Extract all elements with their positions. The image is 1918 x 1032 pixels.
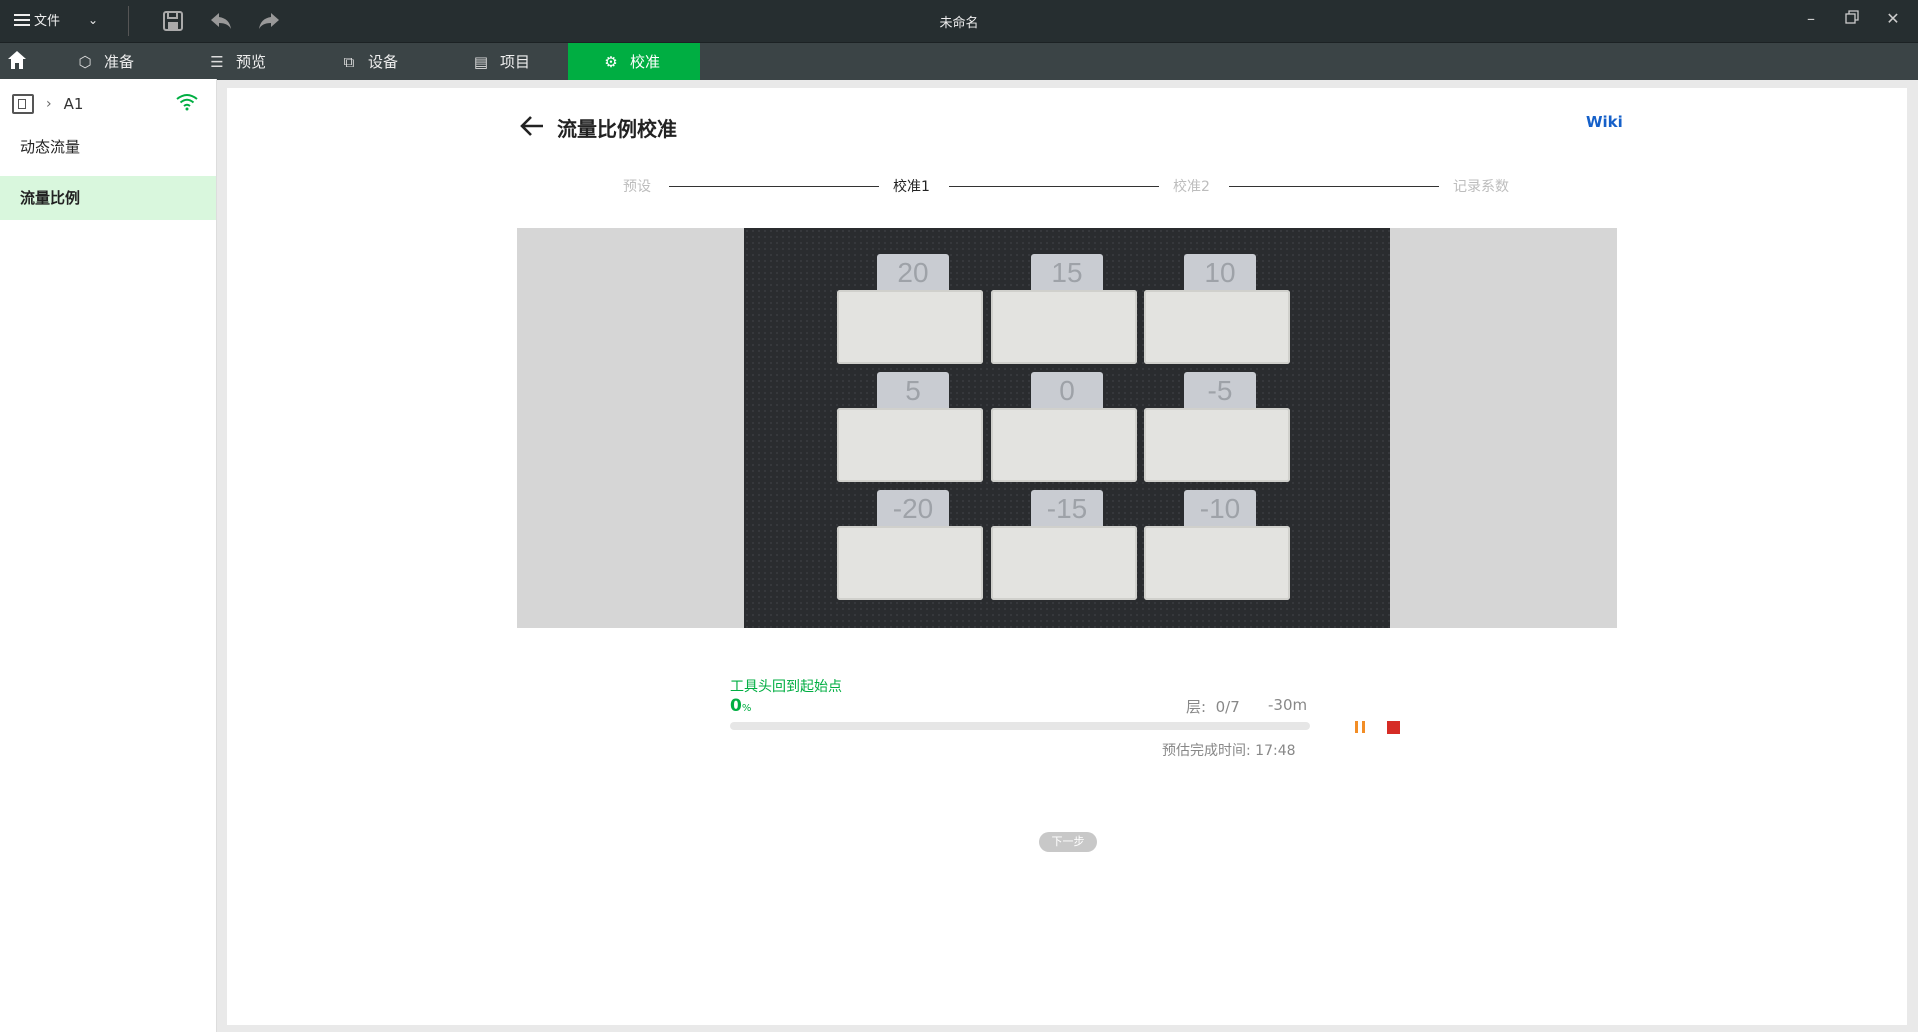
step-divider — [1229, 186, 1439, 187]
eta-label: 预估完成时间: — [1162, 743, 1251, 759]
wiki-link[interactable]: Wiki — [1586, 113, 1623, 131]
tab-label: 项目 — [500, 53, 531, 71]
tile-label: 15 — [1031, 254, 1103, 292]
close-icon[interactable]: ✕ — [1881, 9, 1905, 28]
tab-preview[interactable]: ☰ 预览 — [198, 43, 328, 80]
step-divider — [949, 186, 1159, 187]
minimize-icon[interactable]: – — [1799, 9, 1823, 28]
main-panel: 流量比例校准 Wiki 预设 校准1 校准2 记录系数 20 15 10 5 0 — [227, 88, 1907, 1025]
step-calibration-1: 校准1 — [893, 179, 930, 195]
tab-label: 设备 — [368, 53, 399, 71]
progress-percent-value: 0 — [730, 696, 742, 716]
print-status: 工具头回到起始点 — [730, 679, 842, 695]
step-preset: 预设 — [623, 179, 651, 195]
next-step-button[interactable]: 下一步 — [1039, 832, 1097, 852]
list-icon: ▤ — [473, 52, 489, 71]
printer-icon — [12, 94, 34, 114]
title-bar: 文件 ⌄ 未命名 – ✕ — [0, 0, 1918, 42]
device-selector[interactable]: › A1 — [12, 91, 202, 117]
home-icon[interactable] — [6, 49, 30, 73]
tab-calibration[interactable]: ⚙ 校准 — [568, 43, 700, 80]
tab-label: 准备 — [104, 53, 135, 71]
layers-icon: ☰ — [210, 52, 224, 71]
step-divider — [669, 186, 879, 187]
tile-label: -10 — [1184, 490, 1256, 528]
sidebar-item-dynamic-flow[interactable]: 动态流量 — [0, 125, 216, 169]
pause-icon[interactable] — [1353, 720, 1367, 734]
tab-label: 预览 — [236, 53, 267, 71]
tile-label: -15 — [1031, 490, 1103, 528]
progress-percent: 0% — [730, 696, 751, 716]
sidebar-item-flow-ratio[interactable]: 流量比例 — [0, 176, 216, 220]
remaining-time: -30m — [1268, 696, 1308, 714]
cube-icon: ⬡ — [78, 52, 92, 71]
progress-percent-unit: % — [741, 703, 752, 714]
back-arrow-icon[interactable] — [519, 114, 545, 143]
step-record-coefficient: 记录系数 — [1453, 179, 1509, 195]
layer-info: 层: 0/7 — [1186, 696, 1240, 717]
chevron-right-icon: › — [46, 96, 52, 112]
page-title: 流量比例校准 — [557, 117, 677, 141]
wifi-icon — [176, 93, 198, 111]
tab-project[interactable]: ▤ 项目 — [462, 43, 582, 80]
tab-bar: ⬡ 准备 ☰ 预览 ⧉ 设备 ▤ 项目 ⚙ 校准 — [0, 42, 1918, 80]
progress-bar — [730, 722, 1310, 730]
layer-value: 0/7 — [1215, 698, 1240, 716]
step-calibration-2: 校准2 — [1173, 179, 1210, 195]
restore-icon[interactable] — [1840, 9, 1864, 28]
tile-label: 10 — [1184, 254, 1256, 292]
stepper: 预设 校准1 校准2 记录系数 — [587, 176, 1797, 196]
calibration-photo: 20 15 10 5 0 -5 -20 -15 -10 — [744, 228, 1390, 628]
tile-label: 0 — [1031, 372, 1103, 410]
tile-label: 5 — [877, 372, 949, 410]
device-icon: ⧉ — [343, 52, 355, 71]
sidebar: › A1 动态流量 流量比例 — [0, 79, 217, 1032]
calibration-image-frame: 20 15 10 5 0 -5 -20 -15 -10 — [517, 228, 1617, 628]
device-name: A1 — [63, 95, 84, 113]
gear-icon: ⚙ — [604, 52, 618, 71]
eta-value: 17:48 — [1255, 743, 1296, 759]
tile-label: -5 — [1184, 372, 1256, 410]
tab-prepare[interactable]: ⬡ 准备 — [66, 43, 196, 80]
tile-label: -20 — [877, 490, 949, 528]
stop-icon[interactable] — [1387, 721, 1400, 734]
tab-label: 校准 — [630, 53, 661, 71]
layer-label: 层: — [1186, 698, 1207, 716]
tab-device[interactable]: ⧉ 设备 — [330, 43, 460, 80]
estimated-finish: 预估完成时间: 17:48 — [1162, 740, 1296, 760]
window-title: 未命名 — [939, 16, 979, 31]
print-progress: 工具头回到起始点 0% 层: 0/7 -30m 预估完成时间: 17:48 — [730, 676, 1430, 776]
tile-label: 20 — [877, 254, 949, 292]
